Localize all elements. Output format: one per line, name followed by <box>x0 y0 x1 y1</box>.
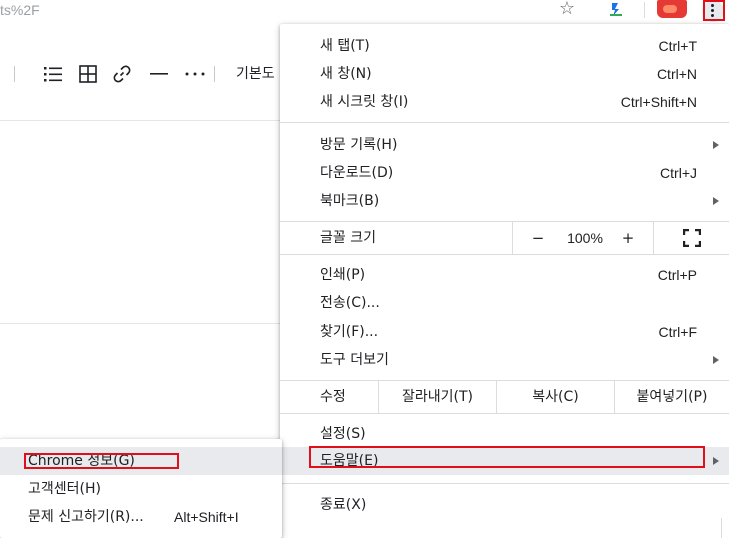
submenu-item-about-chrome[interactable]: Chrome 정보(G) <box>0 447 282 475</box>
star-icon[interactable]: ☆ <box>556 0 578 18</box>
menu-item-label: 종료(X) <box>320 497 367 513</box>
kebab-menu-icon[interactable] <box>702 0 724 22</box>
toolbar-divider <box>14 66 15 82</box>
submenu-item-label: 고객센터(H) <box>28 481 101 497</box>
paste-button[interactable]: 붙여넣기(P) <box>614 381 729 413</box>
menu-item-shortcut: Ctrl+N <box>656 66 697 82</box>
edit-row: 수정 잘라내기(T) 복사(C) 붙여넣기(P) <box>280 381 729 413</box>
link-icon[interactable] <box>102 58 131 90</box>
menu-item-shortcut: Ctrl+J <box>660 165 697 181</box>
menu-divider <box>280 254 729 255</box>
toolbar-divider <box>644 2 645 18</box>
editor-toolbar: 기본도 <box>0 58 300 90</box>
menu-item-label: 찾기(F)... <box>320 324 379 340</box>
submenu-arrow-icon <box>713 356 719 364</box>
submenu-item-shortcut: Alt+Shift+I <box>174 509 239 525</box>
menu-item-new-window[interactable]: 새 창(N) Ctrl+N <box>280 60 729 88</box>
toolbar-divider <box>214 66 215 82</box>
menu-divider <box>280 483 729 484</box>
zoom-out-button[interactable]: − <box>523 222 553 254</box>
extension-icon[interactable] <box>606 0 626 18</box>
menu-item-help[interactable]: 도움말(E) <box>280 447 729 475</box>
submenu-item-label: 문제 신고하기(R)... <box>28 509 144 525</box>
menu-item-downloads[interactable]: 다운로드(D) Ctrl+J <box>280 159 729 187</box>
zoom-row: 글꼴 크기 − 100% + <box>280 222 729 254</box>
zoom-level: 100% <box>567 230 603 246</box>
editor-divider <box>0 120 290 121</box>
zoom-in-button[interactable]: + <box>613 222 643 254</box>
list-icon[interactable] <box>32 58 62 90</box>
menu-item-new-tab[interactable]: 새 탭(T) Ctrl+T <box>280 32 729 60</box>
zoom-controls: − 100% + <box>512 222 729 254</box>
more-icon[interactable] <box>172 58 205 90</box>
menu-item-shortcut: Ctrl+Shift+N <box>620 94 697 110</box>
menu-item-bookmarks[interactable]: 북마크(B) <box>280 187 729 215</box>
menu-item-exit[interactable]: 종료(X) <box>280 491 729 519</box>
menu-item-label: 새 시크릿 창(I) <box>320 94 409 110</box>
menu-item-more-tools[interactable]: 도구 더보기 <box>280 346 729 374</box>
menu-item-cast[interactable]: 전송(C)... <box>280 289 729 317</box>
help-submenu: Chrome 정보(G) 고객센터(H) 문제 신고하기(R)... Alt+S… <box>0 439 282 538</box>
zoom-label: 글꼴 크기 <box>320 230 376 246</box>
menu-item-label: 새 탭(T) <box>320 38 370 54</box>
submenu-item-report-issue[interactable]: 문제 신고하기(R)... Alt+Shift+I <box>0 503 282 531</box>
menu-item-new-incognito[interactable]: 새 시크릿 창(I) Ctrl+Shift+N <box>280 88 729 116</box>
browser-toolbar: ts%2F ☆ <box>0 0 729 24</box>
menu-item-label: 도구 더보기 <box>320 352 389 368</box>
page-scrollbar[interactable] <box>721 518 729 538</box>
menu-item-shortcut: Ctrl+P <box>657 267 697 283</box>
zoom-divider <box>653 222 654 254</box>
chrome-main-menu: 새 탭(T) Ctrl+T 새 창(N) Ctrl+N 새 시크릿 창(I) C… <box>280 24 729 538</box>
menu-item-shortcut: Ctrl+T <box>658 38 698 54</box>
address-bar-text[interactable]: ts%2F <box>0 0 40 20</box>
text-style-dropdown[interactable]: 기본도 <box>236 58 275 90</box>
submenu-arrow-icon <box>713 141 719 149</box>
menu-divider <box>280 122 729 123</box>
menu-item-find[interactable]: 찾기(F)... Ctrl+F <box>280 318 729 346</box>
menu-item-label: 전송(C)... <box>320 295 380 311</box>
menu-item-label: 설정(S) <box>320 426 366 442</box>
edit-label: 수정 <box>320 389 346 405</box>
menu-item-shortcut: Ctrl+F <box>658 324 698 340</box>
avatar[interactable] <box>657 0 687 18</box>
menu-item-label: 도움말(E) <box>320 453 379 469</box>
menu-item-history[interactable]: 방문 기록(H) <box>280 131 729 159</box>
menu-item-label: 북마크(B) <box>320 193 380 209</box>
copy-button[interactable]: 복사(C) <box>496 381 614 413</box>
menu-item-print[interactable]: 인쇄(P) Ctrl+P <box>280 261 729 289</box>
menu-item-label: 인쇄(P) <box>320 267 366 283</box>
submenu-item-label: Chrome 정보(G) <box>28 453 135 469</box>
menu-divider <box>280 413 729 414</box>
horizontal-rule-icon[interactable] <box>138 58 168 90</box>
menu-item-label: 새 창(N) <box>320 66 372 82</box>
menu-item-label: 방문 기록(H) <box>320 137 398 153</box>
fullscreen-icon[interactable] <box>682 228 702 248</box>
editor-divider <box>0 323 290 324</box>
menu-item-settings[interactable]: 설정(S) <box>280 420 729 448</box>
table-icon[interactable] <box>68 58 97 90</box>
submenu-arrow-icon <box>713 197 719 205</box>
submenu-arrow-icon <box>713 457 719 465</box>
cut-button[interactable]: 잘라내기(T) <box>378 381 496 413</box>
submenu-item-help-center[interactable]: 고객센터(H) <box>0 475 282 503</box>
menu-item-label: 다운로드(D) <box>320 165 394 181</box>
